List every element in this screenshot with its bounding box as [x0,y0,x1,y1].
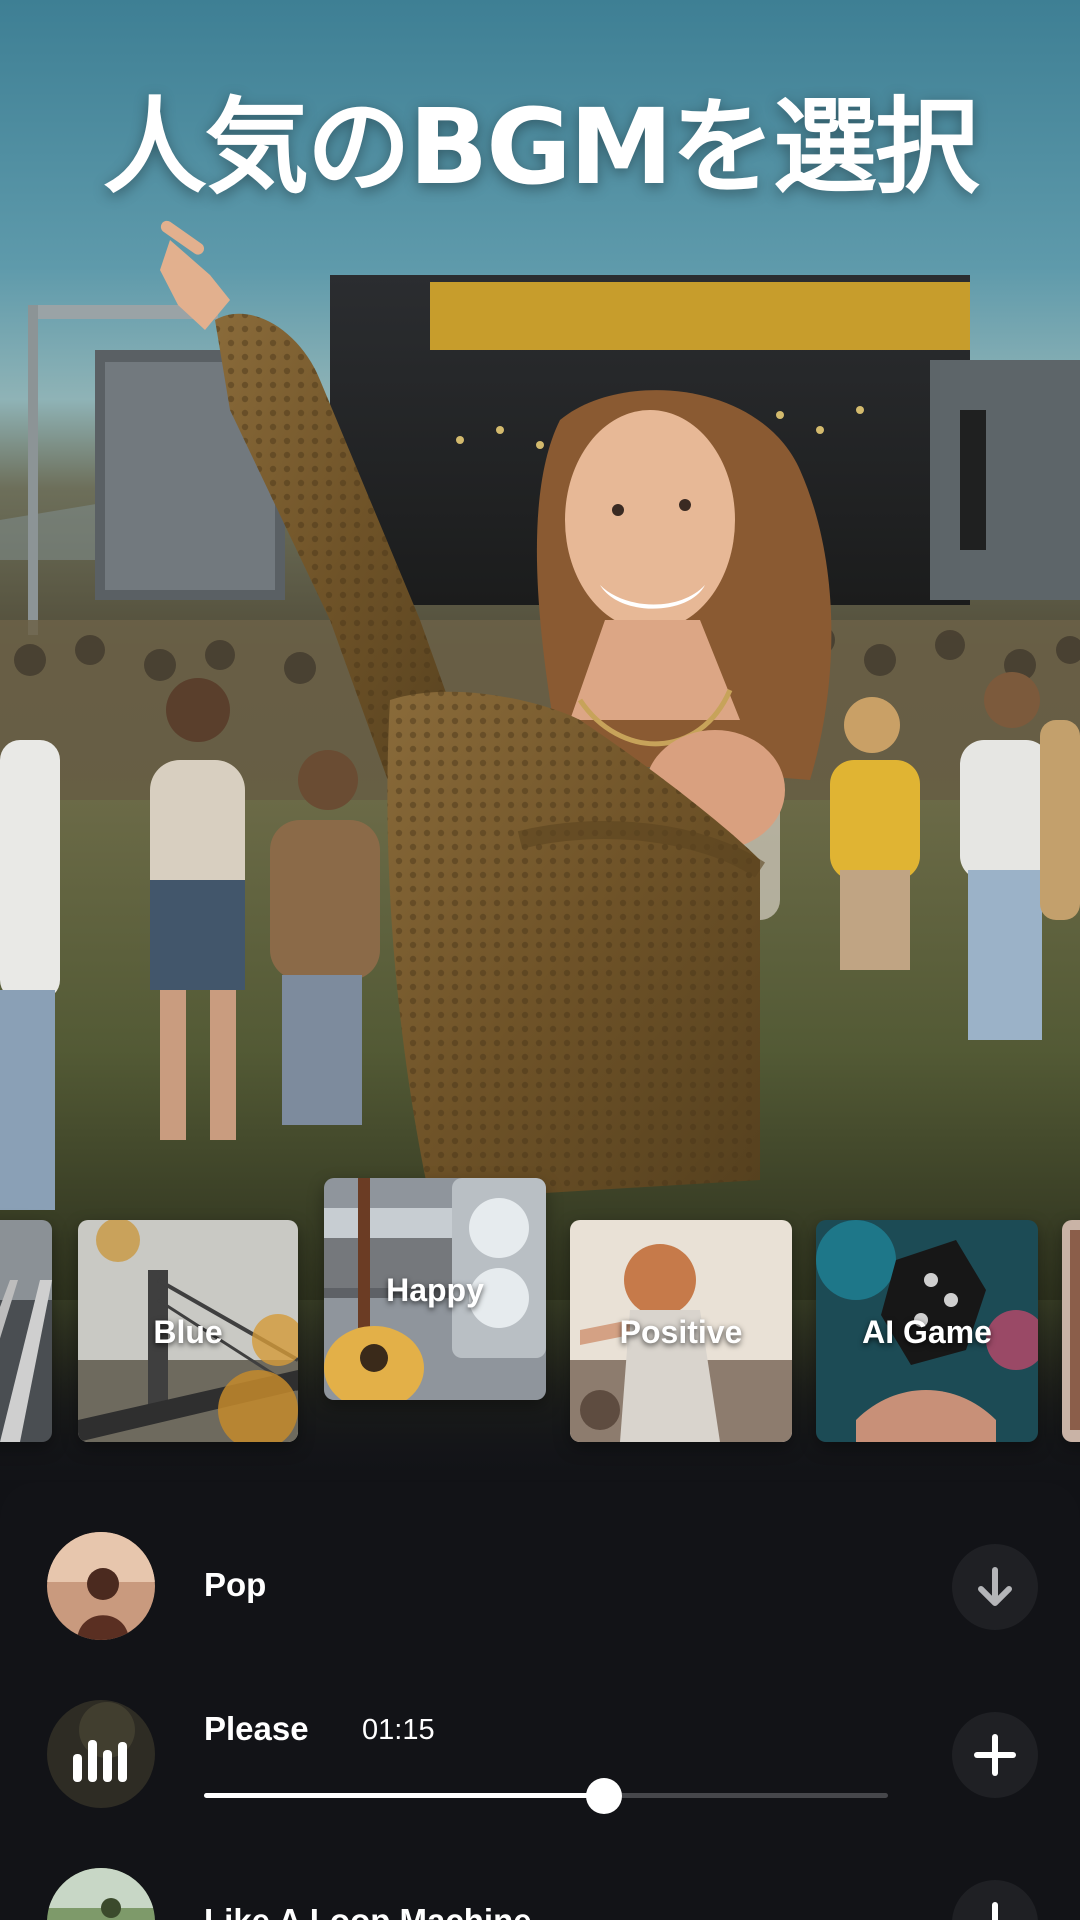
headline: 人気のBGMを選択 [102,86,979,208]
genre-card-railway[interactable] [0,1220,52,1442]
download-button[interactable] [952,1544,1038,1630]
track-thumbnail-playing [47,1700,155,1808]
genre-carousel[interactable]: Blue Happy Positive AI Game [0,1170,1080,1450]
girl-sunset-photo [47,1532,155,1640]
genre-card-ai-game[interactable]: AI Game [816,1220,1038,1442]
partial-card-image [1062,1220,1080,1442]
genre-label-blue: Blue [153,1314,223,1350]
download-icon [978,1567,1012,1606]
track-thumbnail [47,1532,155,1640]
track-title: Please [204,1710,309,1747]
track-title: Pop [204,1566,267,1603]
add-icon [992,1902,998,1920]
track-row-like-a-loop-machine[interactable]: Like A Loop Machine [0,1868,1080,1920]
track-row-pop[interactable]: Pop [0,1532,1080,1652]
add-button[interactable] [952,1712,1038,1798]
genre-card-happy[interactable]: Happy [324,1178,546,1400]
genre-card-partial-right[interactable] [1062,1220,1080,1442]
railway-track-image [0,1220,52,1442]
genre-card-positive[interactable]: Positive [570,1220,792,1442]
field-photo [47,1868,155,1920]
track-duration: 01:15 [362,1714,435,1746]
add-button[interactable] [952,1880,1038,1920]
track-thumbnail [47,1868,155,1920]
equalizer-bars-icon [47,1700,155,1808]
genre-card-blue[interactable]: Blue [78,1220,298,1442]
playback-slider[interactable] [204,1778,888,1814]
genre-label-happy: Happy [386,1272,484,1308]
slider-thumb[interactable] [586,1778,622,1814]
genre-label-ai-game: AI Game [862,1314,992,1350]
add-icon [974,1734,1016,1776]
track-title: Like A Loop Machine [204,1902,532,1920]
genre-label-positive: Positive [619,1314,743,1350]
slider-fill [204,1793,604,1798]
music-list-panel: Pop Please 01:15 [0,1482,1080,1920]
app-screen: 人気のBGMを選択 Blue Happy Positive AI Game Po… [0,0,1080,1920]
track-row-please[interactable]: Please 01:15 [0,1700,1080,1820]
